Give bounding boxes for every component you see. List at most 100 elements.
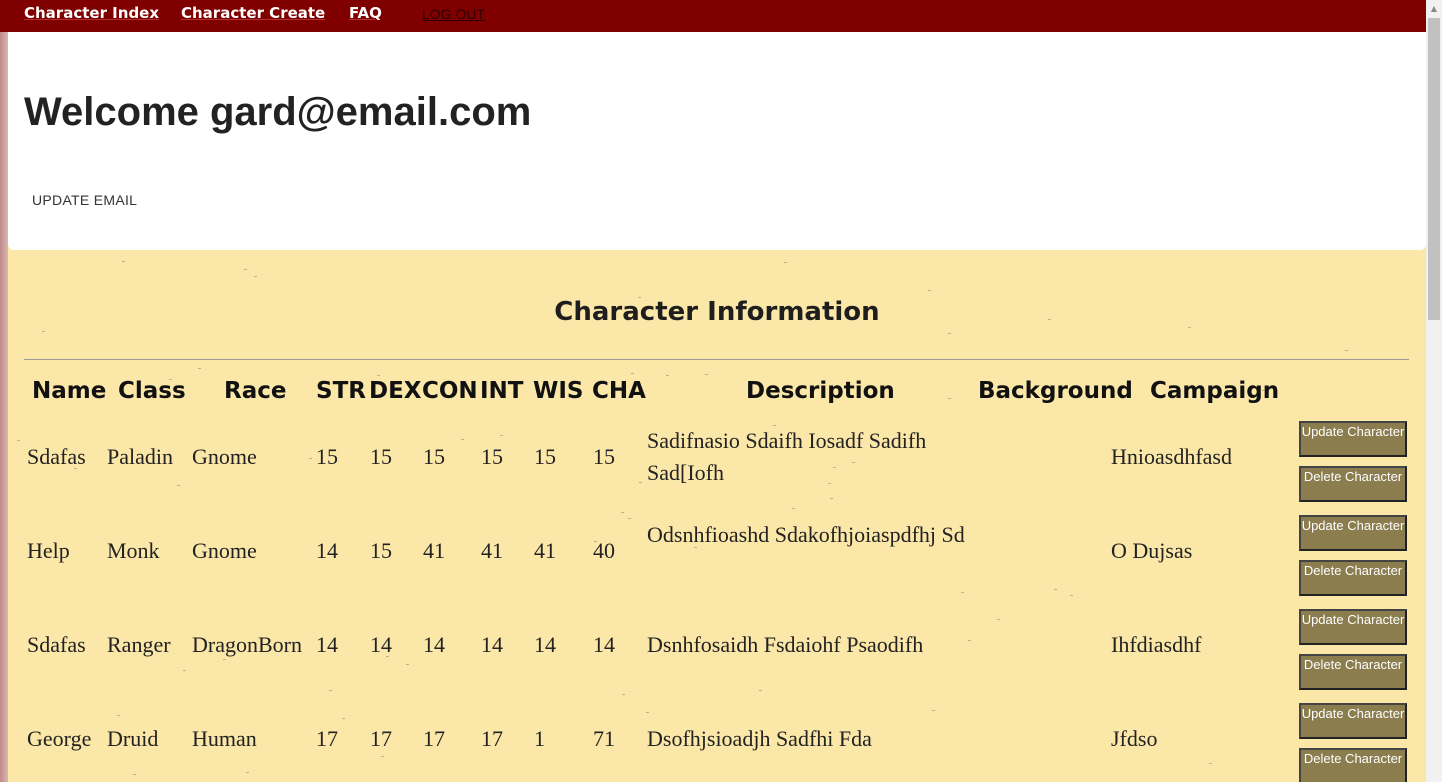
update-character-button[interactable]: Update Character xyxy=(1299,515,1407,551)
cell-name: Sdafas xyxy=(27,444,86,469)
parchment-speck xyxy=(705,374,708,375)
cell-race: Human xyxy=(192,726,257,751)
window-left-edge xyxy=(0,0,8,782)
cell-dex: 15 xyxy=(370,444,392,469)
cell-class: Ranger xyxy=(107,632,171,657)
parchment-speck xyxy=(122,261,125,262)
section-divider xyxy=(24,359,1409,360)
cell-int: 17 xyxy=(481,726,503,751)
nav-character-index[interactable]: Character Index xyxy=(24,4,159,22)
parchment-speck xyxy=(17,440,20,441)
parchment-speck xyxy=(948,333,951,334)
parchment-speck xyxy=(177,485,180,486)
parchment-speck xyxy=(309,458,312,459)
nav-character-create[interactable]: Character Create xyxy=(181,4,325,22)
page-body: Welcome gard@email.com UPDATE EMAIL Char… xyxy=(8,0,1426,782)
cell-int: 15 xyxy=(481,444,503,469)
cell-cha: 40 xyxy=(593,538,615,563)
parchment-speck xyxy=(198,368,201,369)
cell-wis: 14 xyxy=(534,632,556,657)
parchment-speck xyxy=(666,375,669,376)
cell-name: Help xyxy=(27,538,70,563)
header-dex: DEX xyxy=(369,378,422,404)
cell-race: DragonBorn xyxy=(192,632,302,657)
parchment-speck xyxy=(133,774,136,775)
cell-int: 14 xyxy=(481,632,503,657)
parchment-speck xyxy=(830,498,833,499)
cell-con: 17 xyxy=(423,726,445,751)
parchment-speck xyxy=(792,508,795,509)
delete-character-button[interactable]: Delete Character xyxy=(1299,560,1407,596)
parchment-speck xyxy=(342,718,345,719)
cell-wis: 15 xyxy=(534,444,556,469)
cell-con: 15 xyxy=(423,444,445,469)
parchment-speck xyxy=(1188,327,1191,328)
parchment-speck xyxy=(997,619,1000,620)
parchment-speck xyxy=(1070,595,1073,596)
update-character-button[interactable]: Update Character xyxy=(1299,703,1407,739)
header-class: Class xyxy=(118,378,186,404)
parchment-speck xyxy=(500,435,503,436)
header-background: Background xyxy=(978,378,1133,404)
scroll-up-arrow-icon[interactable]: ▲ xyxy=(1429,4,1439,14)
header-str: STR xyxy=(316,378,366,404)
parchment-speck xyxy=(1345,350,1348,351)
cell-race: Gnome xyxy=(192,538,257,563)
header-wis: WIS xyxy=(533,378,584,404)
cell-wis: 41 xyxy=(534,538,556,563)
cell-description: Odsnhfioashd Sdakofhjoiaspdfhj Sd xyxy=(647,522,965,547)
parchment-speck xyxy=(461,439,464,440)
parchment-speck xyxy=(223,659,226,660)
header-campaign: Campaign xyxy=(1150,378,1280,404)
cell-con: 14 xyxy=(423,632,445,657)
top-nav-bar: Character Index Character Create FAQ LOG… xyxy=(0,0,1426,32)
cell-campaign: Jfdso xyxy=(1111,726,1158,751)
parchment-speck xyxy=(1054,589,1057,590)
cell-description: Dsnhfosaidh Fsdaiohf Psaodifh xyxy=(647,632,924,657)
delete-character-button[interactable]: Delete Character xyxy=(1299,654,1407,690)
parchment-speck xyxy=(244,269,247,270)
cell-str: 14 xyxy=(316,538,338,563)
parchment-speck xyxy=(406,664,409,665)
parchment-speck xyxy=(628,518,631,519)
parchment-speck xyxy=(246,772,249,773)
nav-faq[interactable]: FAQ xyxy=(349,4,382,22)
header-name: Name xyxy=(32,378,107,404)
header-cha: CHA xyxy=(592,378,646,404)
header-int: INT xyxy=(480,378,524,404)
cell-dex: 14 xyxy=(370,632,392,657)
parchment-speck xyxy=(948,398,951,399)
delete-character-button[interactable]: Delete Character xyxy=(1299,748,1407,782)
cell-cha: 14 xyxy=(593,632,615,657)
cell-class: Paladin xyxy=(107,444,173,469)
parchment-speck xyxy=(639,482,642,483)
parchment-speck xyxy=(1048,319,1051,320)
delete-character-button[interactable]: Delete Character xyxy=(1299,466,1407,502)
cell-description: Sadifnasio Sdaifh Iosadf Sadifh Sad[Iofh xyxy=(647,428,927,485)
parchment-speck xyxy=(759,690,762,691)
update-character-button[interactable]: Update Character xyxy=(1299,609,1407,645)
update-character-button[interactable]: Update Character xyxy=(1299,421,1407,457)
cell-int: 41 xyxy=(481,538,503,563)
cell-campaign: Ihfdiasdhf xyxy=(1111,632,1202,657)
header-description: Description xyxy=(746,378,895,404)
parchment-speck xyxy=(621,512,624,513)
parchment-speck xyxy=(968,640,971,641)
cell-dex: 15 xyxy=(370,538,392,563)
parchment-speck xyxy=(622,694,625,695)
update-email-link[interactable]: UPDATE EMAIL xyxy=(32,192,137,208)
parchment-speck xyxy=(183,670,186,671)
cell-description: Dsofhjsioadjh Sadfhi Fda xyxy=(647,726,872,751)
cell-name: Sdafas xyxy=(27,632,86,657)
header-card: Welcome gard@email.com UPDATE EMAIL xyxy=(8,32,1426,250)
cell-class: Druid xyxy=(107,726,159,751)
scrollbar-thumb[interactable] xyxy=(1428,18,1440,320)
cell-str: 14 xyxy=(316,632,338,657)
logout-link[interactable]: LOG OUT xyxy=(422,6,485,22)
parchment-speck xyxy=(928,290,931,291)
cell-name: George xyxy=(27,726,92,751)
header-race: Race xyxy=(224,378,287,404)
parchment-speck xyxy=(42,331,45,332)
parchment-speck xyxy=(381,756,384,757)
parchment-speck xyxy=(638,297,641,298)
